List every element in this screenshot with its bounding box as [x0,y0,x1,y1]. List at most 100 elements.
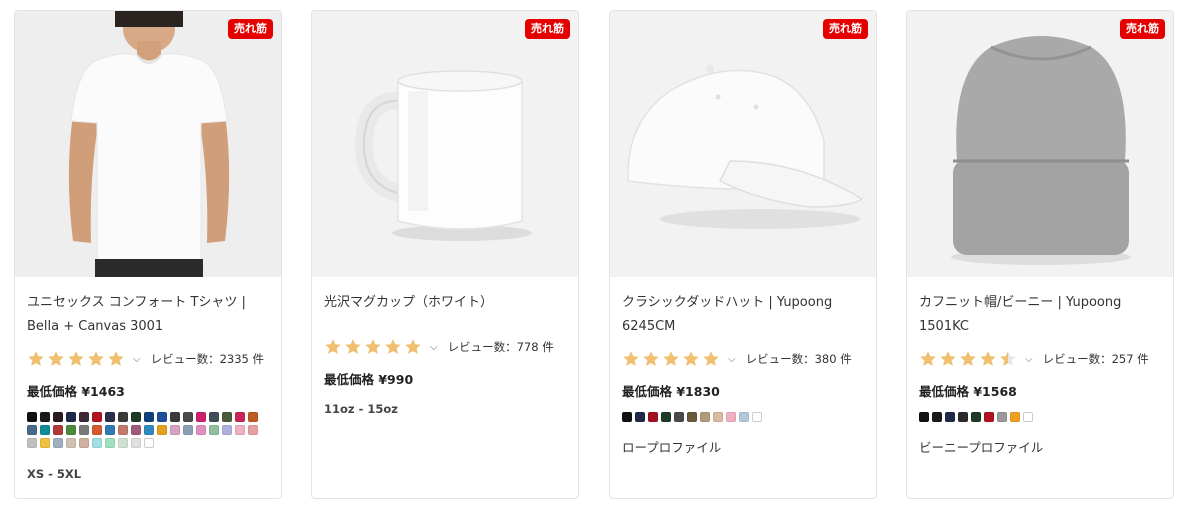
product-title[interactable]: クラシックダッドハット | Yupoong 6245CM [622,291,864,339]
color-swatch[interactable] [648,412,658,422]
color-swatch[interactable] [209,412,219,422]
color-swatches [27,412,267,451]
color-swatch[interactable] [752,412,762,422]
rating-row[interactable]: ⌵ レビュー数：778 件 [324,335,566,359]
color-swatch[interactable] [79,425,89,435]
color-swatch[interactable] [66,438,76,448]
color-swatch[interactable] [66,425,76,435]
color-swatch[interactable] [79,412,89,422]
product-card-beanie[interactable]: 売れ筋 カフニット帽/ビーニー | Yupoong 1501KC ⌵ レビュー数… [906,10,1174,499]
color-swatch[interactable] [700,412,710,422]
color-swatch[interactable] [157,425,167,435]
product-title[interactable]: 光沢マグカップ（ホワイト） [324,291,566,315]
color-swatch[interactable] [92,412,102,422]
profile-text: ビーニープロファイル [919,440,1044,455]
color-swatch[interactable] [53,412,63,422]
color-swatch[interactable] [1023,412,1033,422]
color-swatch[interactable] [92,438,102,448]
product-card-cap[interactable]: 売れ筋 クラシックダッドハット | Yupoong 6245CM ⌵ レビュー数… [609,10,877,499]
color-swatch[interactable] [92,425,102,435]
color-swatch[interactable] [183,412,193,422]
color-swatch[interactable] [919,412,929,422]
color-swatch[interactable] [105,412,115,422]
color-swatch[interactable] [144,412,154,422]
color-swatches [622,412,862,425]
star-icon [1000,351,1016,366]
chevron-down-icon[interactable]: ⌵ [430,342,438,353]
color-swatch[interactable] [27,438,37,448]
color-swatch[interactable] [105,425,115,435]
color-swatch[interactable] [932,412,942,422]
color-swatch[interactable] [131,412,141,422]
star-rating [919,350,1019,368]
product-image-beanie[interactable]: 売れ筋 [907,11,1173,277]
color-swatch[interactable] [209,425,219,435]
lowest-price: 最低価格 ¥1463 [27,384,125,399]
color-swatch[interactable] [661,412,671,422]
star-icon [325,339,341,354]
color-swatch[interactable] [27,412,37,422]
star-icon [28,351,44,366]
color-swatch[interactable] [997,412,1007,422]
size-range: 11oz - 15oz [324,402,398,416]
star-icon [385,339,401,354]
color-swatch[interactable] [144,425,154,435]
color-swatch[interactable] [144,438,154,448]
chevron-down-icon[interactable]: ⌵ [133,354,141,365]
color-swatch[interactable] [984,412,994,422]
product-title[interactable]: カフニット帽/ビーニー | Yupoong 1501KC [919,291,1161,339]
lowest-price: 最低価格 ¥1830 [622,384,720,399]
color-swatch[interactable] [958,412,968,422]
color-swatch[interactable] [196,425,206,435]
rating-row[interactable]: ⌵ レビュー数：380 件 [622,347,864,371]
color-swatch[interactable] [971,412,981,422]
color-swatch[interactable] [235,412,245,422]
color-swatch[interactable] [118,438,128,448]
product-card-mug[interactable]: 売れ筋 光沢マグカップ（ホワイト） ⌵ レビュー数：778 件 最低価格 ¥99… [311,10,579,499]
color-swatch[interactable] [40,425,50,435]
color-swatch[interactable] [27,425,37,435]
color-swatch[interactable] [170,425,180,435]
color-swatch[interactable] [183,425,193,435]
color-swatch[interactable] [40,438,50,448]
color-swatch[interactable] [739,412,749,422]
color-swatch[interactable] [1010,412,1020,422]
color-swatch[interactable] [248,412,258,422]
product-title[interactable]: ユニセックス コンフォート Tシャツ | Bella + Canvas 3001 [27,291,269,339]
color-swatch[interactable] [726,412,736,422]
color-swatch[interactable] [622,412,632,422]
color-swatch[interactable] [945,412,955,422]
color-swatch[interactable] [635,412,645,422]
color-swatch[interactable] [248,425,258,435]
color-swatch[interactable] [53,438,63,448]
color-swatch[interactable] [105,438,115,448]
color-swatch[interactable] [118,412,128,422]
lowest-price: 最低価格 ¥1568 [919,384,1017,399]
color-swatch[interactable] [79,438,89,448]
color-swatch[interactable] [222,425,232,435]
color-swatch[interactable] [713,412,723,422]
rating-row[interactable]: ⌵ レビュー数：2335 件 [27,347,269,371]
chevron-down-icon[interactable]: ⌵ [728,354,736,365]
color-swatch[interactable] [196,412,206,422]
chevron-down-icon[interactable]: ⌵ [1025,354,1033,365]
rating-row[interactable]: ⌵ レビュー数：257 件 [919,347,1161,371]
color-swatch[interactable] [131,438,141,448]
color-swatch[interactable] [687,412,697,422]
product-card-tshirt[interactable]: 売れ筋 ユニセックス コンフォート Tシャツ | Bella + Canvas … [14,10,282,499]
color-swatch[interactable] [674,412,684,422]
color-swatch[interactable] [53,425,63,435]
color-swatch[interactable] [170,412,180,422]
color-swatch[interactable] [131,425,141,435]
color-swatch[interactable] [157,412,167,422]
product-image-cap[interactable]: 売れ筋 [610,11,876,277]
review-count: レビュー数：380 件 [745,352,852,366]
product-image-tshirt[interactable]: 売れ筋 [15,11,281,277]
color-swatch[interactable] [66,412,76,422]
color-swatch[interactable] [40,412,50,422]
product-image-mug[interactable]: 売れ筋 [312,11,578,277]
color-swatch[interactable] [222,412,232,422]
color-swatch[interactable] [235,425,245,435]
color-swatch[interactable] [118,425,128,435]
star-icon [68,351,84,366]
